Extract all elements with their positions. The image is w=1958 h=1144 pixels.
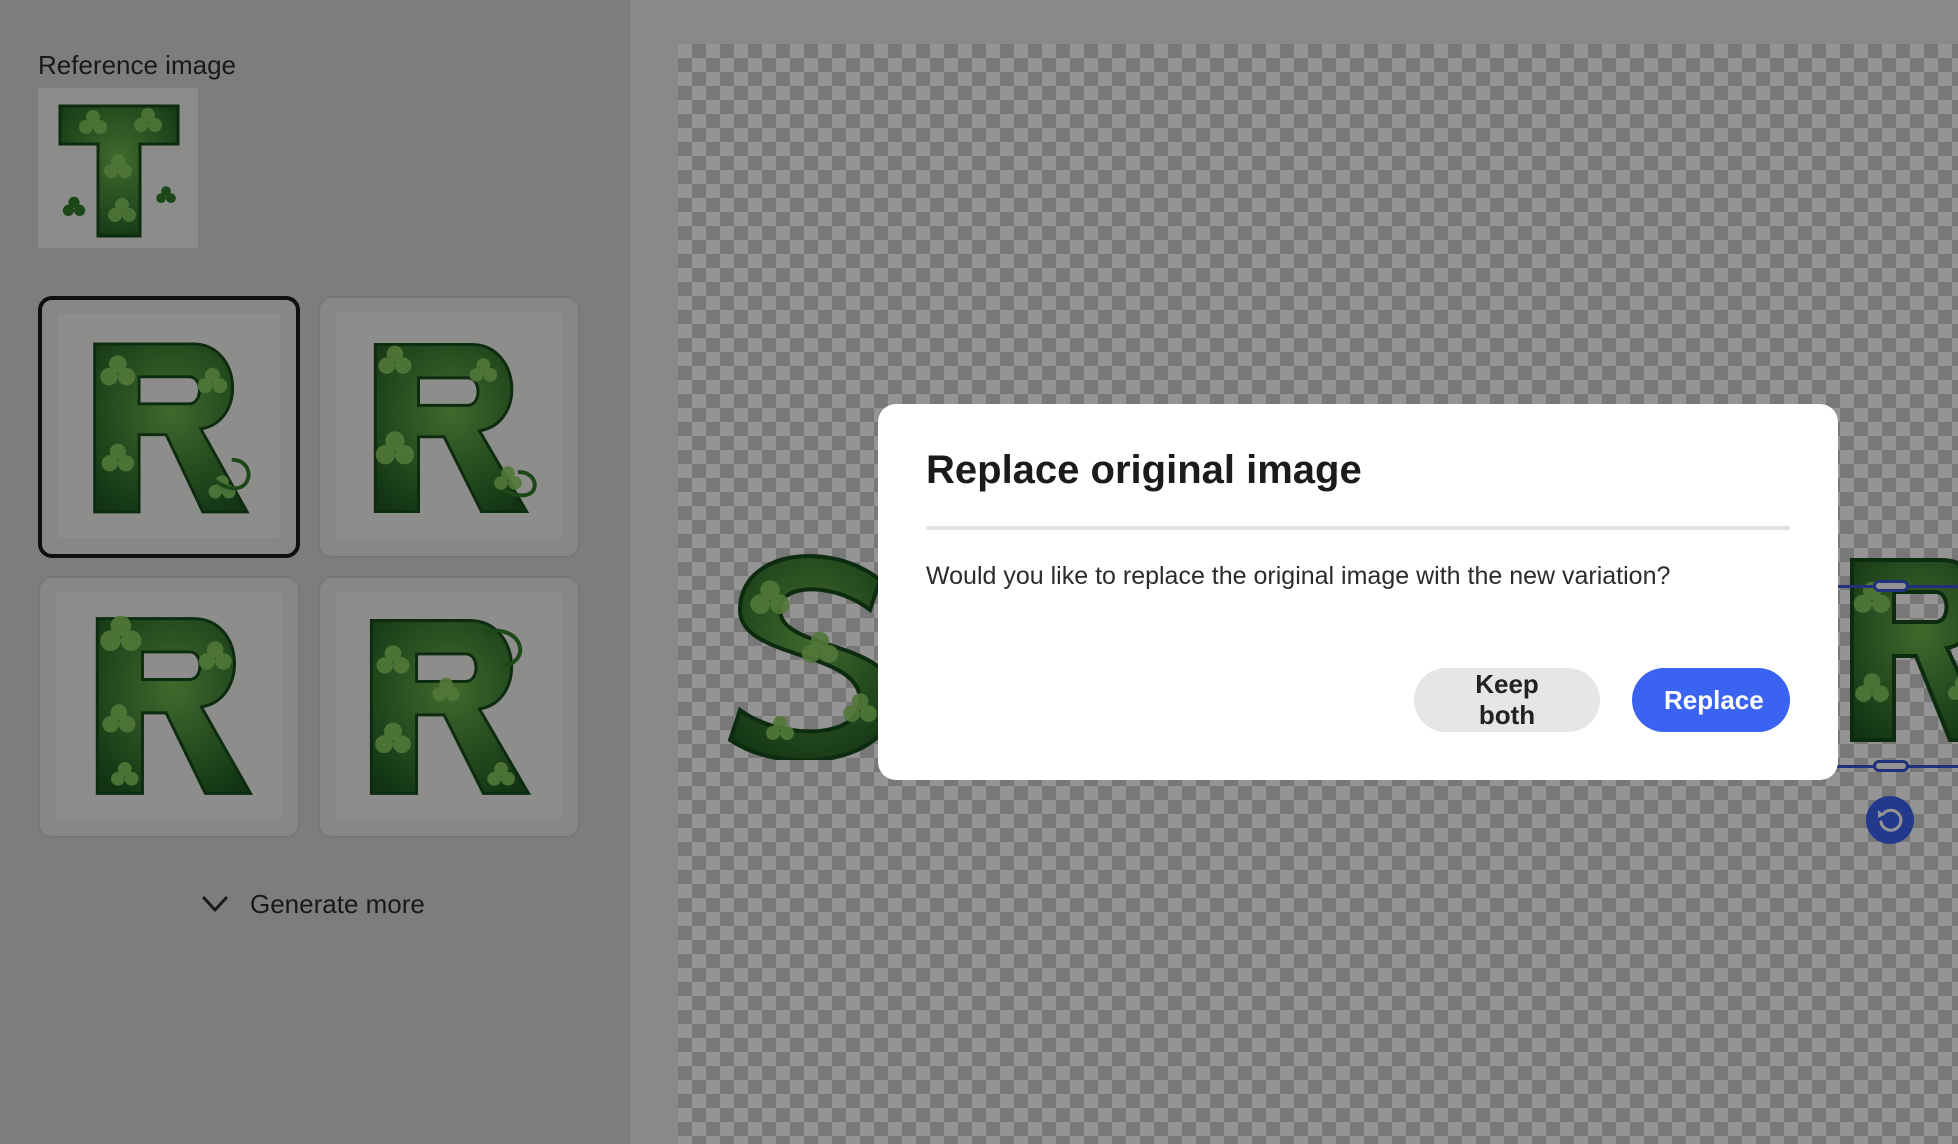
keep-both-button[interactable]: Keep both bbox=[1414, 668, 1600, 732]
dialog-actions: Keep both Replace bbox=[1414, 668, 1790, 732]
dialog-divider bbox=[926, 526, 1790, 530]
replace-image-dialog: Replace original image Would you like to… bbox=[878, 404, 1838, 780]
replace-button[interactable]: Replace bbox=[1632, 668, 1790, 732]
dialog-title: Replace original image bbox=[926, 448, 1362, 492]
dialog-message: Would you like to replace the original i… bbox=[926, 562, 1671, 590]
